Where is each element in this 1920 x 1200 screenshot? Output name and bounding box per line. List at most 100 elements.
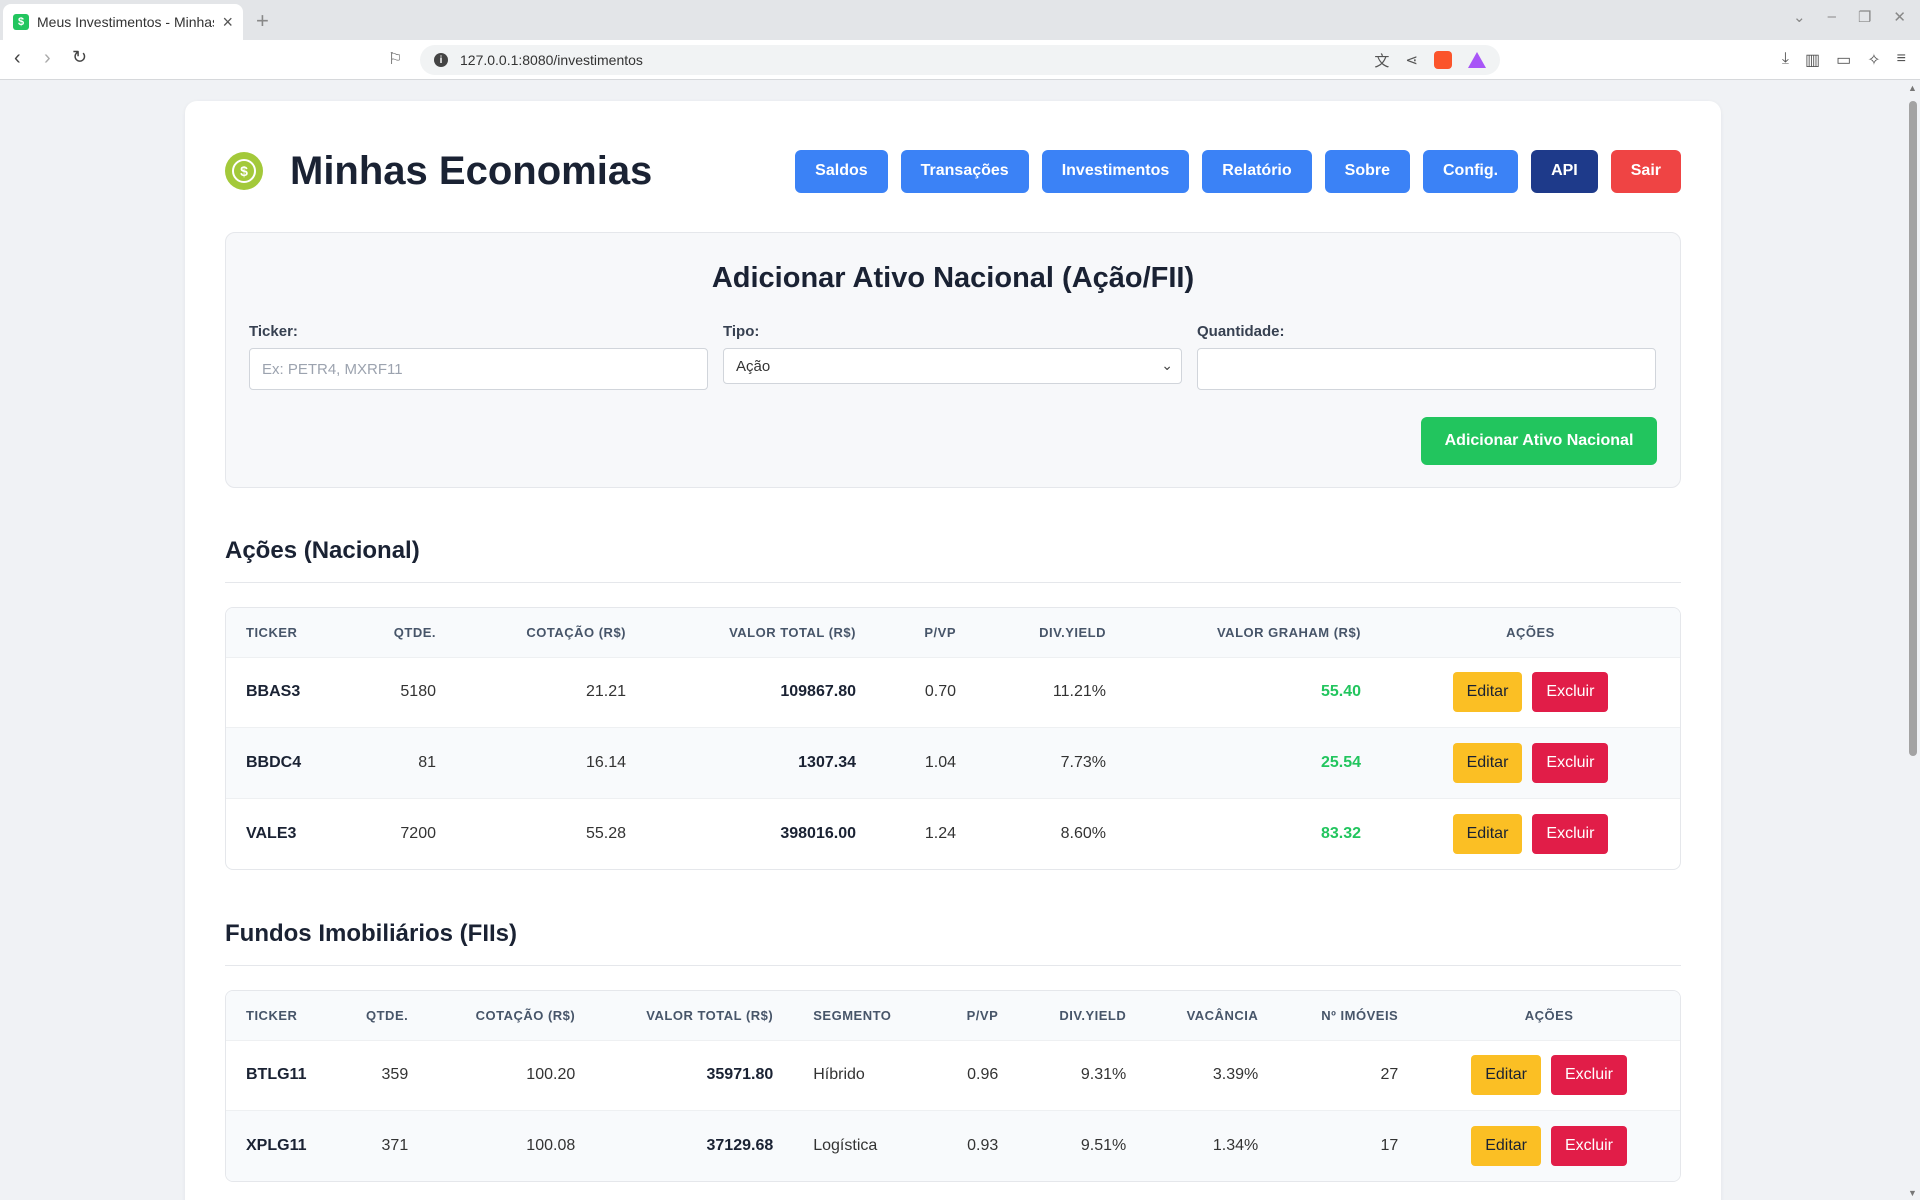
cell-qtde: 81 [356, 727, 456, 798]
tipo-select[interactable]: Ação ⌄ [723, 348, 1182, 384]
bookmark-icon[interactable]: ⚐ [388, 49, 402, 69]
close-window-icon[interactable]: ✕ [1893, 8, 1906, 26]
cell-valor-total: 398016.00 [646, 797, 876, 869]
col-cotacao: COTAÇÃO (R$) [428, 991, 596, 1040]
scroll-down-icon[interactable]: ▼ [1908, 1188, 1917, 1198]
table-row: BTLG11 359 100.20 35971.80 Híbrido 0.96 … [226, 1039, 1680, 1111]
cell-div-yield: 8.60% [976, 797, 1126, 869]
scroll-thumb[interactable] [1909, 101, 1917, 756]
col-div-yield: DIV.YIELD [1018, 991, 1147, 1040]
cell-valor-total: 37129.68 [595, 1110, 794, 1181]
acoes-section-title: Ações (Nacional) [225, 537, 420, 564]
cell-valor-total: 1307.34 [646, 727, 876, 798]
nav-sair[interactable]: Sair [1610, 149, 1681, 193]
fiis-table: TICKER QTDE. COTAÇÃO (R$) VALOR TOTAL (R… [225, 990, 1681, 1182]
edit-button[interactable]: Editar [1452, 813, 1523, 854]
col-cotacao: COTAÇÃO (R$) [456, 608, 646, 657]
edit-button[interactable]: Editar [1452, 672, 1523, 713]
delete-button[interactable]: Excluir [1551, 1055, 1628, 1096]
table-header-row: TICKER QTDE. COTAÇÃO (R$) VALOR TOTAL (R… [226, 608, 1680, 657]
col-acoes: AÇÕES [1381, 608, 1680, 657]
table-row: BBAS3 5180 21.21 109867.80 0.70 11.21% 5… [226, 656, 1680, 728]
site-title: Minhas Economias [290, 148, 653, 193]
cell-ticker: BBDC4 [226, 727, 356, 798]
reload-icon[interactable]: ↻ [72, 47, 87, 68]
col-pvp: P/VP [933, 991, 1019, 1040]
back-icon[interactable]: ‹ [14, 47, 21, 70]
quantidade-input[interactable] [1197, 348, 1656, 390]
sidebar-icon[interactable]: ▥ [1805, 50, 1820, 70]
minimize-icon[interactable]: – [1828, 8, 1836, 26]
delete-button[interactable]: Excluir [1532, 813, 1609, 854]
col-valor-total: VALOR TOTAL (R$) [595, 991, 794, 1040]
cell-div-yield: 9.31% [1018, 1039, 1147, 1111]
leo-ai-icon[interactable]: ✧ [1867, 50, 1880, 70]
site-info-icon[interactable]: i [434, 53, 448, 67]
col-vacancia: VACÂNCIA [1146, 991, 1279, 1040]
cell-actions: Editar Excluir [1381, 797, 1680, 869]
nav-relatorio[interactable]: Relatório [1202, 149, 1312, 193]
page-scrollbar[interactable]: ▲ ▼ [1906, 81, 1920, 1200]
new-tab-icon[interactable]: + [256, 8, 269, 34]
cell-pvp: 1.24 [876, 797, 976, 869]
nav-api[interactable]: API [1531, 149, 1598, 193]
wallet-icon[interactable]: ▭ [1836, 50, 1851, 70]
tab-list-chevron-icon[interactable]: ⌄ [1793, 8, 1806, 26]
cell-segmento: Híbrido [793, 1039, 934, 1111]
col-qtde: QTDE. [346, 991, 429, 1040]
add-asset-button[interactable]: Adicionar Ativo Nacional [1421, 417, 1657, 465]
table-row: XPLG11 371 100.08 37129.68 Logística 0.9… [226, 1110, 1680, 1181]
browser-tab[interactable]: $ Meus Investimentos - Minhas Economias … [3, 4, 243, 40]
cell-actions: Editar Excluir [1418, 1110, 1680, 1181]
nav-investimentos[interactable]: Investimentos [1041, 149, 1190, 193]
cell-ticker: BTLG11 [226, 1039, 346, 1111]
cell-qtde: 371 [346, 1110, 429, 1181]
ticker-input[interactable]: Ex: PETR4, MXRF11 [249, 348, 708, 390]
delete-button[interactable]: Excluir [1532, 742, 1609, 783]
main-card: $ Minhas Economias Saldos Transações Inv… [185, 101, 1721, 1200]
cell-qtde: 7200 [356, 797, 456, 869]
close-tab-icon[interactable]: × [222, 12, 233, 33]
rewards-icon[interactable] [1468, 52, 1486, 68]
cell-num-imoveis: 17 [1278, 1110, 1419, 1181]
cell-div-yield: 11.21% [976, 656, 1126, 728]
download-icon[interactable]: ⤓ [1782, 50, 1789, 70]
translate-icon[interactable]: 文 [1374, 50, 1389, 71]
menu-icon[interactable]: ≡ [1897, 50, 1906, 70]
col-div-yield: DIV.YIELD [976, 608, 1126, 657]
brave-shield-icon[interactable] [1434, 51, 1452, 69]
table-header-row: TICKER QTDE. COTAÇÃO (R$) VALOR TOTAL (R… [226, 991, 1680, 1040]
restore-icon[interactable]: ❐ [1858, 8, 1871, 26]
main-nav: Saldos Transações Investimentos Relatóri… [795, 149, 1681, 193]
share-icon[interactable]: ⋖ [1405, 51, 1418, 69]
col-pvp: P/VP [876, 608, 976, 657]
nav-config[interactable]: Config. [1422, 149, 1519, 193]
cell-ticker: VALE3 [226, 797, 356, 869]
cell-cotacao: 55.28 [456, 797, 646, 869]
cell-ticker: BBAS3 [226, 656, 356, 728]
nav-sobre[interactable]: Sobre [1324, 149, 1410, 193]
cell-actions: Editar Excluir [1381, 727, 1680, 798]
cell-segmento: Logística [793, 1110, 934, 1181]
edit-button[interactable]: Editar [1471, 1126, 1541, 1166]
delete-button[interactable]: Excluir [1551, 1126, 1628, 1166]
edit-button[interactable]: Editar [1471, 1055, 1541, 1096]
url-text[interactable]: 127.0.0.1:8080/investimentos [460, 52, 1362, 68]
forward-icon[interactable]: › [44, 47, 51, 70]
scroll-up-icon[interactable]: ▲ [1908, 83, 1917, 93]
col-qtde: QTDE. [356, 608, 456, 657]
cell-vacancia: 3.39% [1146, 1039, 1279, 1111]
fiis-section-title: Fundos Imobiliários (FIIs) [225, 920, 518, 947]
col-acoes: AÇÕES [1418, 991, 1680, 1040]
edit-button[interactable]: Editar [1452, 742, 1523, 783]
cell-div-yield: 7.73% [976, 727, 1126, 798]
nav-transacoes[interactable]: Transações [900, 149, 1029, 193]
cell-cotacao: 100.20 [428, 1039, 596, 1111]
nav-saldos[interactable]: Saldos [795, 149, 888, 193]
browser-tabbar: $ Meus Investimentos - Minhas Economias … [0, 0, 1920, 40]
cell-div-yield: 9.51% [1018, 1110, 1147, 1181]
col-ticker: TICKER [226, 608, 356, 657]
address-bar[interactable]: i 127.0.0.1:8080/investimentos 文 ⋖ [420, 45, 1500, 75]
delete-button[interactable]: Excluir [1532, 672, 1609, 713]
tipo-label: Tipo: [723, 323, 760, 340]
